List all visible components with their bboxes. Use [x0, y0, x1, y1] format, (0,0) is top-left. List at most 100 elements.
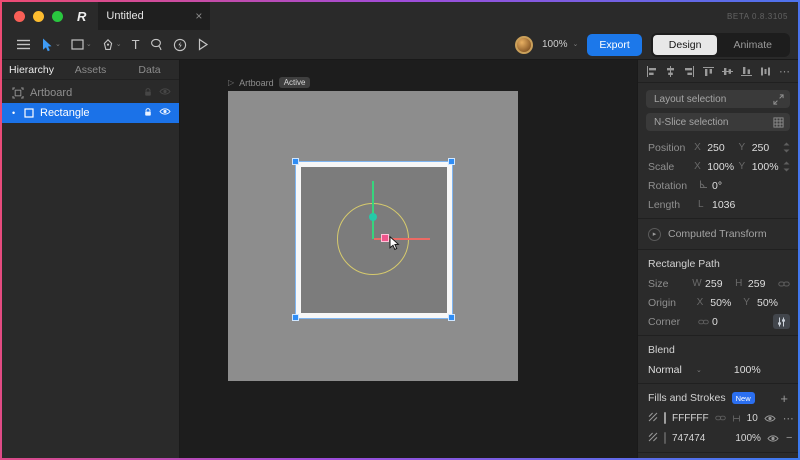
- position-y-field[interactable]: 250: [752, 142, 783, 154]
- stepper-icon[interactable]: [783, 142, 790, 153]
- x-key: X: [694, 142, 701, 153]
- lasso-tool[interactable]: [145, 33, 168, 57]
- zoom-control[interactable]: 100% ⌄: [542, 39, 578, 50]
- close-window-button[interactable]: [14, 10, 25, 22]
- scale-gizmo-handle[interactable]: [381, 234, 389, 242]
- rotation-field[interactable]: 0°: [712, 180, 746, 192]
- size-w-field[interactable]: 259: [705, 278, 735, 290]
- stroke-width-field[interactable]: 10: [747, 413, 758, 424]
- blend-opacity-field[interactable]: 100%: [734, 364, 768, 376]
- nslice-selection-button[interactable]: N-Slice selection: [646, 113, 790, 131]
- app-window: R Untitled × BETA 0.8.3105 ⌄ ⌄ ⌄ T 100% …: [2, 2, 798, 458]
- minimize-window-button[interactable]: [33, 10, 44, 22]
- menu-button[interactable]: [12, 33, 35, 57]
- select-tool[interactable]: ⌄: [35, 33, 66, 57]
- fills-strokes-label: Fills and Strokes: [648, 392, 726, 404]
- detach-link-icon[interactable]: [714, 413, 726, 423]
- eye-icon[interactable]: [767, 434, 779, 443]
- lasso-icon: [150, 38, 162, 51]
- align-bottom-button[interactable]: [741, 66, 752, 77]
- selection-handle-bottom-left[interactable]: [292, 314, 299, 321]
- stroke-hex-field[interactable]: FFFFFF: [672, 413, 709, 424]
- blend-mode-select[interactable]: Normal: [648, 364, 692, 376]
- eye-icon[interactable]: [159, 107, 171, 119]
- chevron-down-icon: ⌄: [85, 41, 92, 48]
- advanced-corners-toggle[interactable]: [773, 314, 790, 329]
- tree-row-rectangle[interactable]: • Rectangle: [2, 103, 179, 123]
- artboard-header[interactable]: ▷ Artboard Active: [228, 77, 311, 88]
- corner-field[interactable]: 0: [712, 316, 746, 328]
- lightning-circle-icon: [173, 38, 186, 51]
- link-dimensions-icon[interactable]: [778, 279, 790, 289]
- origin-y-field[interactable]: 50%: [757, 297, 790, 309]
- pen-tool[interactable]: ⌄: [97, 33, 127, 57]
- eye-icon[interactable]: [764, 414, 776, 423]
- align-center-h-button[interactable]: [665, 65, 676, 77]
- fill-color-swatch[interactable]: [664, 432, 666, 444]
- length-field[interactable]: 1036: [712, 199, 746, 211]
- align-right-button[interactable]: [684, 65, 695, 77]
- layout-selection-button[interactable]: Layout selection: [646, 90, 790, 108]
- divider: [638, 335, 798, 336]
- shape-tool[interactable]: ⌄: [66, 33, 97, 57]
- origin-x-field[interactable]: 50%: [710, 297, 743, 309]
- canvas-viewport[interactable]: ▷ Artboard Active: [180, 60, 637, 458]
- events-tool[interactable]: [168, 33, 192, 57]
- artboard-caret-icon: ▷: [228, 78, 235, 87]
- tab-hierarchy[interactable]: Hierarchy: [2, 64, 61, 76]
- zoom-window-button[interactable]: [52, 10, 63, 22]
- add-fill-button[interactable]: +: [780, 392, 788, 405]
- remove-fill-button[interactable]: −: [786, 432, 792, 444]
- divider: [638, 452, 798, 453]
- selection-handle-top-left[interactable]: [292, 158, 299, 165]
- play-tool[interactable]: [192, 33, 214, 57]
- fill-opacity-field[interactable]: 100%: [735, 433, 761, 444]
- tab-design[interactable]: Design: [652, 34, 718, 55]
- avatar[interactable]: [514, 35, 533, 54]
- selection-handle-bottom-right[interactable]: [448, 314, 455, 321]
- stepper-icon[interactable]: [783, 161, 790, 172]
- document-tab[interactable]: Untitled ×: [98, 2, 211, 30]
- computed-transform-row[interactable]: ▸ Computed Transform: [638, 223, 798, 245]
- link-corners-icon[interactable]: [698, 317, 709, 327]
- size-h-field[interactable]: 259: [748, 278, 778, 290]
- new-badge: New: [731, 392, 755, 404]
- divider: [638, 249, 798, 250]
- hamburger-icon: [17, 39, 30, 50]
- lock-icon[interactable]: [143, 87, 153, 100]
- tree-item-label: Rectangle: [40, 107, 90, 119]
- document-tab-title: Untitled: [106, 10, 144, 22]
- length-label: Length: [648, 198, 681, 211]
- selection-handle-top-right[interactable]: [448, 158, 455, 165]
- eye-icon[interactable]: [159, 87, 171, 99]
- beta-version-label: BETA 0.8.3105: [726, 11, 788, 21]
- artboard-name-label: Artboard: [239, 77, 274, 88]
- text-tool[interactable]: T: [127, 33, 145, 57]
- scale-x-field[interactable]: 100%: [707, 161, 738, 173]
- align-left-button[interactable]: [646, 65, 657, 77]
- align-top-button[interactable]: [703, 66, 714, 77]
- mode-switcher: Design Animate: [650, 32, 790, 57]
- tab-animate[interactable]: Animate: [717, 35, 788, 55]
- tree-row-artboard[interactable]: Artboard: [2, 83, 179, 103]
- h-key: H: [735, 278, 743, 289]
- stroke-row[interactable]: FFFFFF 10 ⋯: [638, 408, 798, 428]
- y-axis-gizmo-line[interactable]: [372, 181, 374, 239]
- stroke-options-button[interactable]: ⋯: [783, 412, 794, 425]
- fill-hex-field[interactable]: 747474: [672, 433, 705, 444]
- stroke-color-swatch[interactable]: [664, 412, 666, 424]
- tab-assets[interactable]: Assets: [61, 64, 120, 76]
- fill-row[interactable]: 747474 100% −: [638, 428, 798, 448]
- position-x-field[interactable]: 250: [707, 142, 738, 154]
- origin-gizmo-dot[interactable]: [369, 213, 377, 221]
- close-tab-icon[interactable]: ×: [195, 10, 202, 22]
- tab-data[interactable]: Data: [120, 64, 179, 76]
- alignment-toolbar: ⋯: [638, 60, 798, 83]
- export-button[interactable]: Export: [587, 33, 642, 56]
- distribute-h-button[interactable]: [760, 66, 771, 77]
- more-alignment-button[interactable]: ⋯: [779, 65, 790, 78]
- origin-label: Origin: [648, 296, 677, 309]
- lock-icon[interactable]: [143, 107, 153, 120]
- scale-y-field[interactable]: 100%: [752, 161, 783, 173]
- align-middle-v-button[interactable]: [722, 66, 733, 77]
